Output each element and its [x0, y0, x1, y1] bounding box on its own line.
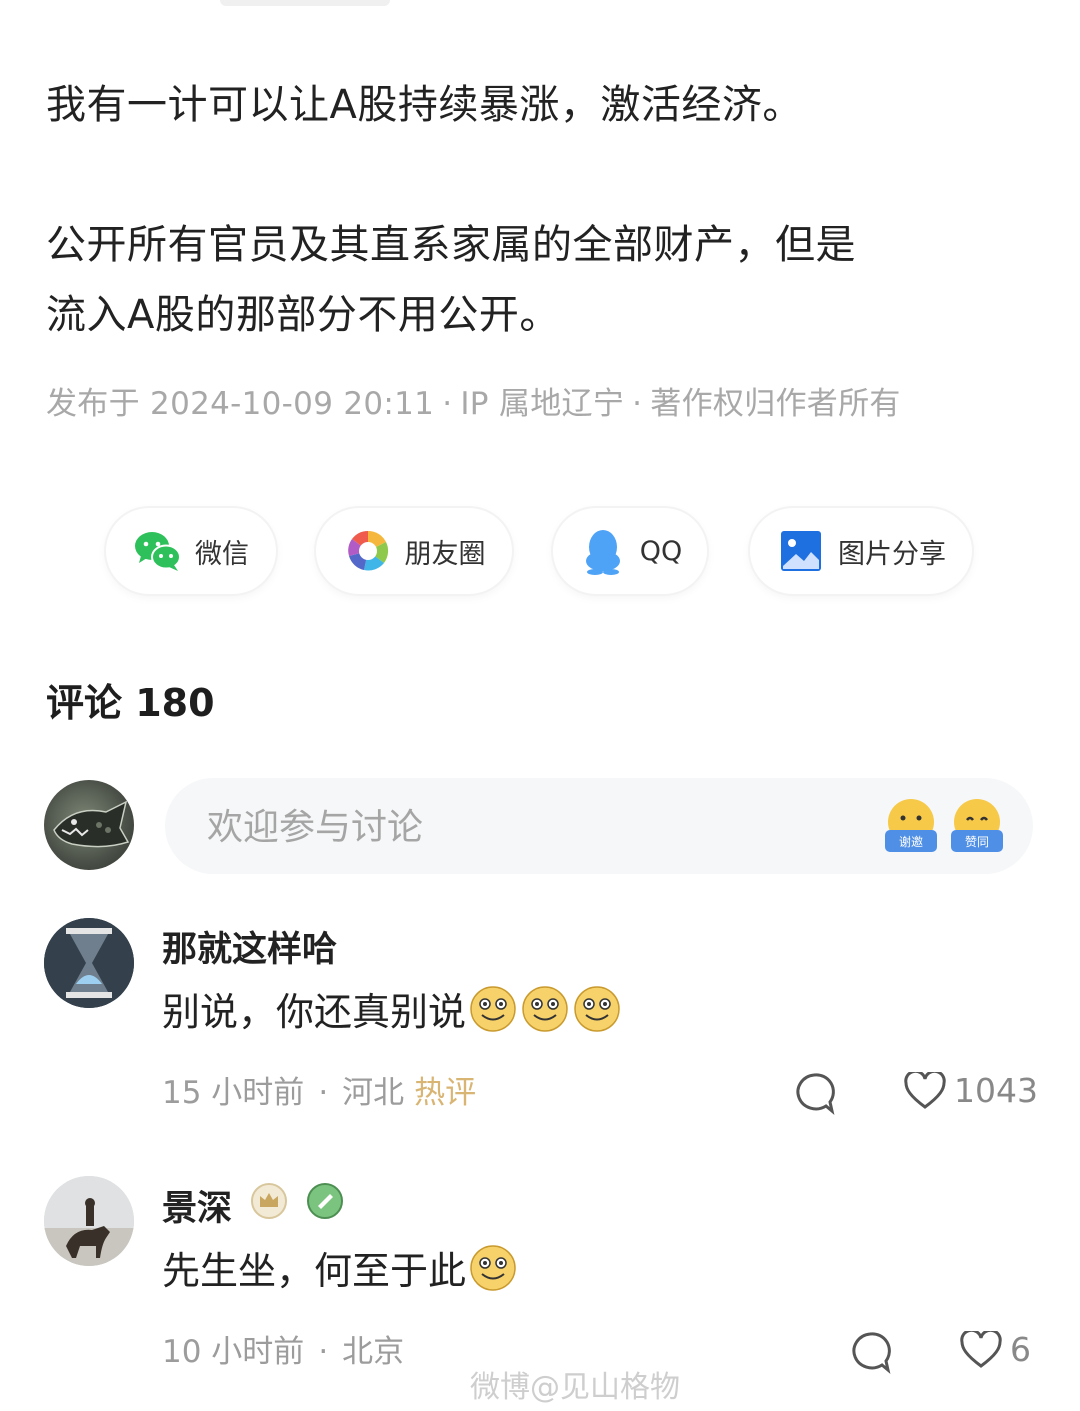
- commenter-avatar[interactable]: [44, 1176, 134, 1266]
- image-share-icon: [776, 526, 826, 576]
- meta-separator: ·: [632, 386, 643, 422]
- share-image-label: 图片分享: [838, 538, 946, 570]
- share-moments-label: 朋友圈: [404, 538, 486, 570]
- comment-text: 别说，你还真别说: [162, 990, 467, 1034]
- like-count: 1043: [954, 1071, 1038, 1110]
- moments-icon: [343, 526, 393, 576]
- comment-text-row: 别说，你还真别说: [162, 981, 622, 1036]
- comment-footer: 15 小时前 · 河北 热评: [162, 1067, 476, 1112]
- xieyao-emoji-icon[interactable]: 谢邀: [881, 796, 941, 858]
- wechat-icon: [133, 526, 183, 576]
- post-paragraph-2-line-2: 流入A股的那部分不用公开。: [46, 292, 560, 338]
- ip-location: IP 属地辽宁: [460, 386, 625, 422]
- grin-emoji-icon: [468, 1243, 518, 1293]
- share-wechat-button[interactable]: 微信: [106, 508, 276, 594]
- top-bar-remnant: [220, 0, 390, 6]
- share-image-button[interactable]: 图片分享: [750, 508, 972, 594]
- crown-badge-icon: [250, 1182, 288, 1220]
- comment-text-row: 先生坐，何至于此: [162, 1240, 518, 1295]
- zantong-label: 赞同: [965, 835, 989, 849]
- post-content: 我有一计可以让A股持续暴涨，激活经济。 公开所有官员及其直系家属的全部财产，但是…: [46, 70, 1036, 350]
- xieyao-label: 谢邀: [899, 834, 923, 849]
- heart-icon: [904, 1071, 946, 1109]
- like-count: 6: [1010, 1330, 1031, 1369]
- share-wechat-label: 微信: [195, 538, 249, 570]
- current-user-avatar[interactable]: [44, 780, 134, 870]
- qq-penguin-icon: [578, 526, 628, 576]
- share-moments-button[interactable]: 朋友圈: [316, 508, 512, 594]
- grin-emoji-icon: [572, 984, 622, 1034]
- like-button[interactable]: 6: [960, 1330, 1031, 1369]
- post-meta: 发布于 2024-10-09 20:11 · IP 属地辽宁 · 著作权归作者所有: [46, 378, 901, 423]
- commenter-avatar[interactable]: [44, 918, 134, 1008]
- commenter-name[interactable]: 景深: [162, 1180, 232, 1231]
- share-qq-label: QQ: [639, 535, 683, 567]
- reply-bubble-icon[interactable]: [792, 1071, 836, 1115]
- post-paragraph-2-line-1: 公开所有官员及其直系家属的全部财产，但是: [46, 222, 856, 268]
- level-badge-icon: [306, 1182, 344, 1220]
- like-button[interactable]: 1043: [904, 1071, 1038, 1110]
- footer-separator: ·: [318, 1075, 329, 1111]
- comment-location: 河北: [342, 1075, 405, 1111]
- share-bar: 微信 朋友圈 QQ 图片分享: [0, 508, 1080, 598]
- comment-footer: 10 小时前 · 北京: [162, 1326, 404, 1371]
- comment-time: 15 小时前: [162, 1075, 305, 1111]
- grin-emoji-icon: [468, 984, 518, 1034]
- reply-bubble-icon[interactable]: [848, 1330, 892, 1374]
- comment-time: 10 小时前: [162, 1334, 305, 1370]
- comment-compose-box[interactable]: 谢邀 赞同: [165, 778, 1033, 874]
- comment-location: 北京: [342, 1334, 405, 1370]
- heart-icon: [960, 1330, 1002, 1368]
- commenter-name[interactable]: 那就这样哈: [162, 921, 337, 972]
- zantong-emoji-icon[interactable]: 赞同: [947, 796, 1007, 858]
- comments-count-heading: 评论 180: [46, 681, 215, 725]
- hot-comment-badge: 热评: [414, 1075, 477, 1111]
- weibo-watermark: 微博@见山格物: [470, 1370, 680, 1405]
- grin-emoji-icon: [520, 984, 570, 1034]
- comment-text: 先生坐，何至于此: [162, 1249, 467, 1293]
- copyright-notice: 著作权归作者所有: [650, 386, 901, 422]
- meta-separator: ·: [442, 386, 453, 422]
- post-paragraph-1: 我有一计可以让A股持续暴涨，激活经济。: [46, 82, 803, 128]
- share-qq-button[interactable]: QQ: [553, 508, 707, 594]
- footer-separator: ·: [318, 1334, 329, 1370]
- comment-input[interactable]: [205, 800, 849, 854]
- publish-time: 发布于 2024-10-09 20:11: [46, 386, 435, 422]
